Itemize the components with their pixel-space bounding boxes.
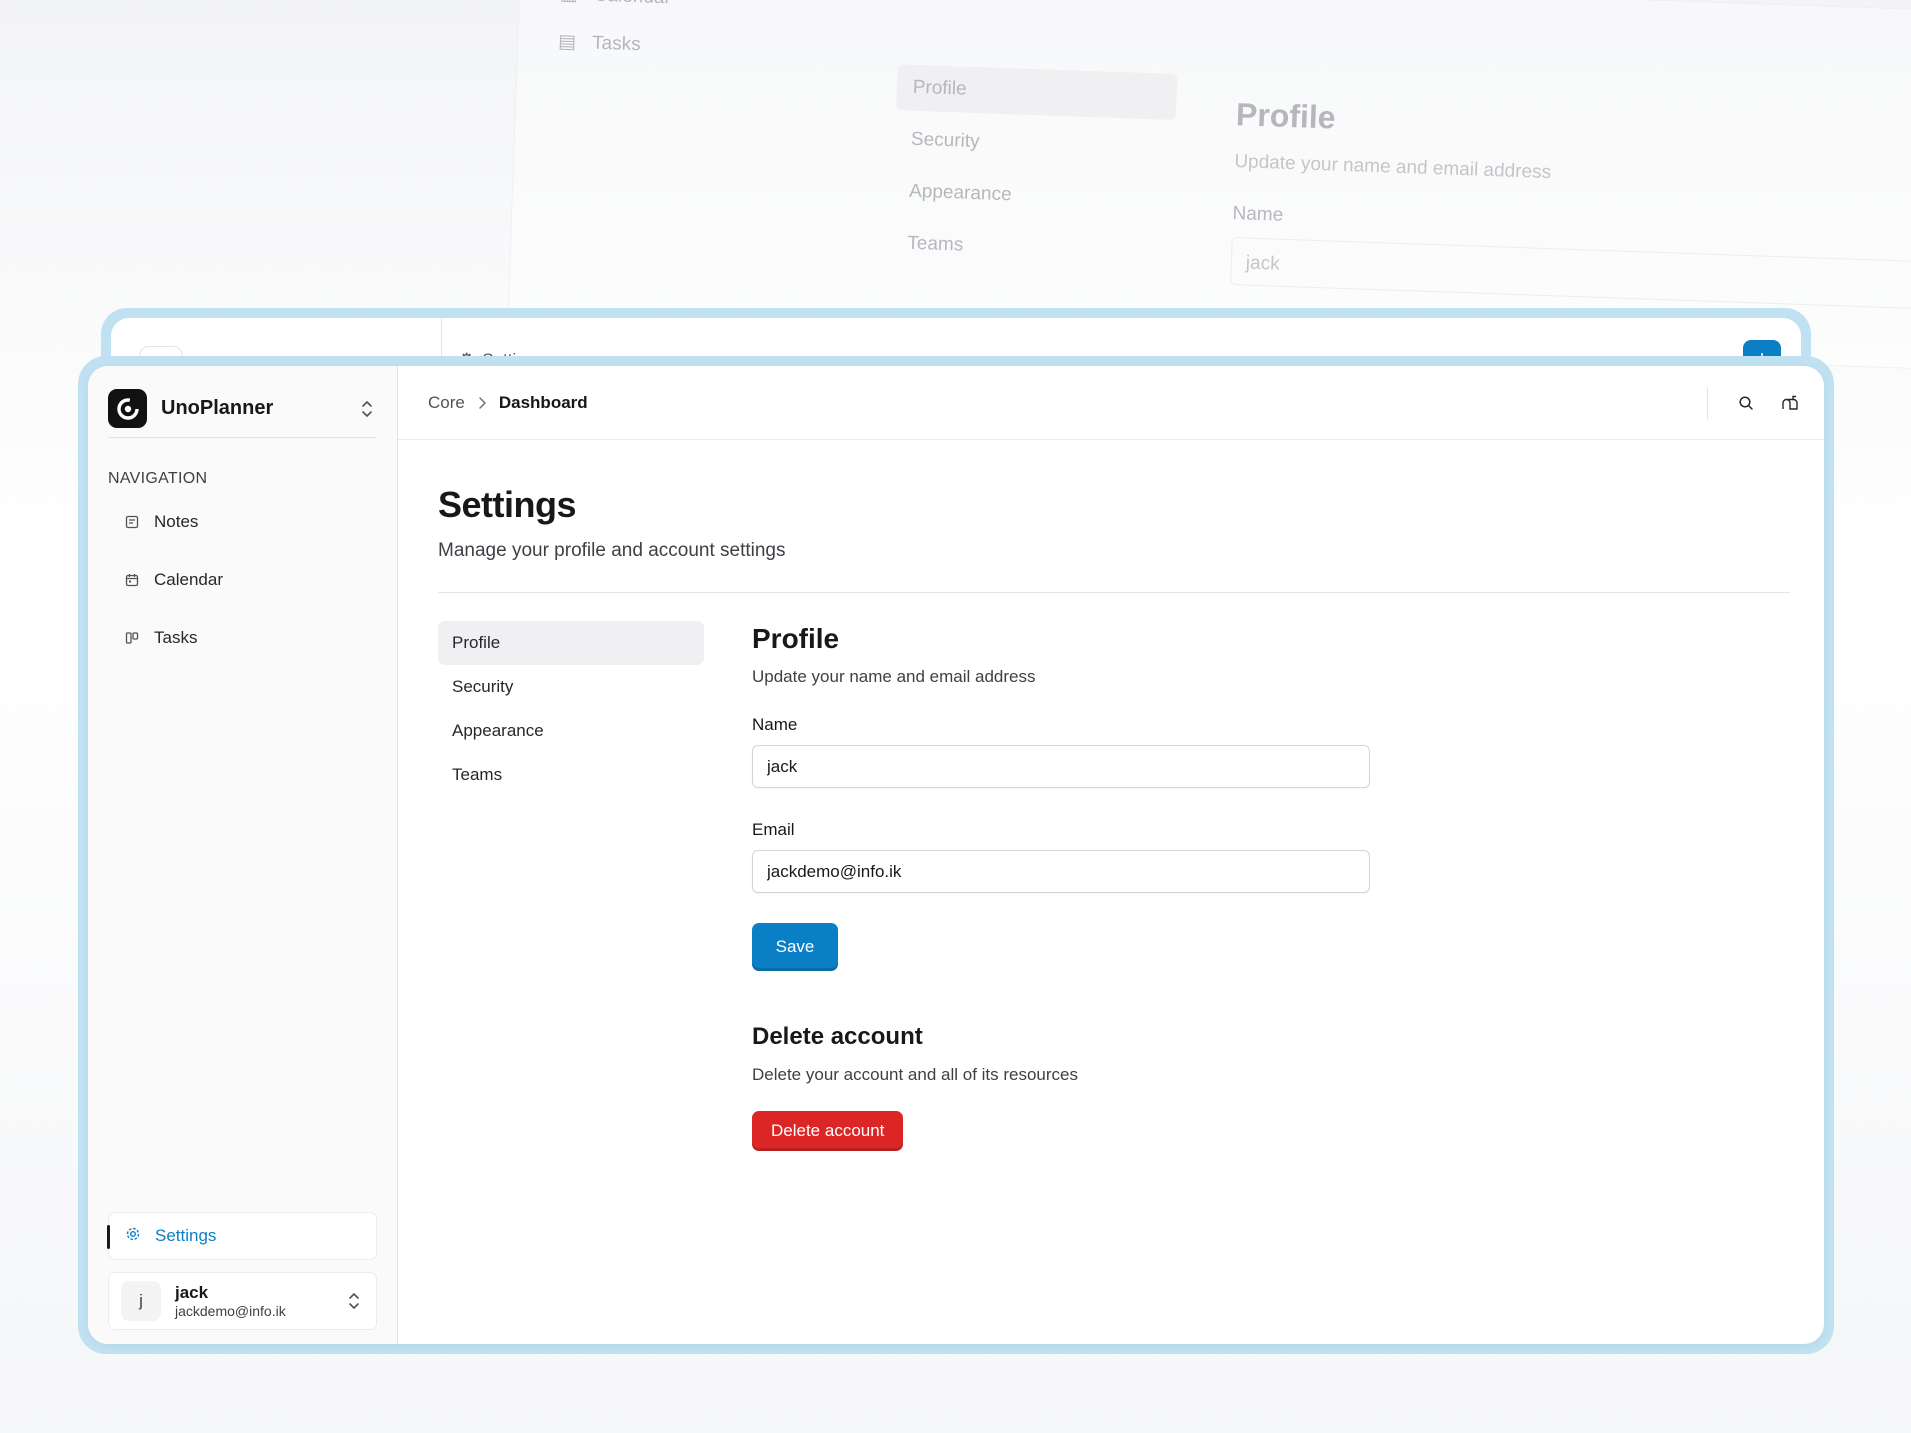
sidebar-item-notes[interactable]: Notes bbox=[108, 498, 377, 546]
sidebar-item-tasks[interactable]: Tasks bbox=[108, 614, 377, 662]
mailbox-icon bbox=[1782, 395, 1798, 410]
tasks-icon: ▤ bbox=[557, 31, 577, 54]
settings-nav: Profile Security Appearance Teams bbox=[438, 621, 704, 1151]
sidebar-item-label: Calendar bbox=[154, 570, 223, 589]
avatar: j bbox=[121, 1281, 161, 1321]
name-label: Name bbox=[752, 715, 798, 734]
notes-icon bbox=[124, 514, 140, 530]
bg-nav-item: Appearance bbox=[908, 180, 1012, 206]
sidebar: UnoPlanner NAVIGATION Notes Calendar Tas… bbox=[88, 366, 398, 1344]
user-menu[interactable]: j jack jackdemo@info.ik bbox=[108, 1272, 377, 1330]
sidebar-item-calendar[interactable]: Calendar bbox=[108, 556, 377, 604]
email-field[interactable] bbox=[752, 850, 1370, 893]
bg-nav-item: Profile bbox=[895, 64, 1178, 120]
bg-name-input: jack bbox=[1230, 237, 1911, 310]
profile-panel: Profile Update your name and email addre… bbox=[752, 621, 1370, 1151]
tab-appearance[interactable]: Appearance bbox=[438, 709, 704, 753]
user-email: jackdemo@info.ik bbox=[175, 1302, 286, 1319]
bg-settings-nav: Profile Security Appearance Teams bbox=[890, 64, 1178, 282]
profile-subtitle: Update your name and email address bbox=[752, 667, 1036, 686]
search-button[interactable] bbox=[1736, 393, 1756, 413]
bg-title: Profile bbox=[1235, 96, 1337, 136]
bg-sidebar-item-tasks: ▤ Tasks bbox=[557, 31, 642, 55]
window-frame: UnoPlanner NAVIGATION Notes Calendar Tas… bbox=[78, 356, 1834, 1354]
brand-logo bbox=[108, 389, 147, 428]
gear-icon bbox=[125, 1226, 141, 1247]
page-subtitle: Manage your profile and account settings bbox=[438, 540, 786, 561]
topbar-divider bbox=[1707, 387, 1708, 419]
breadcrumb-dashboard: Dashboard bbox=[498, 392, 588, 412]
app-window: UnoPlanner NAVIGATION Notes Calendar Tas… bbox=[88, 366, 1824, 1344]
chevron-up-down-icon bbox=[357, 397, 377, 421]
name-field[interactable] bbox=[752, 745, 1370, 788]
inbox-button[interactable] bbox=[1780, 393, 1800, 413]
tab-profile[interactable]: Profile bbox=[438, 621, 704, 665]
save-button[interactable]: Save bbox=[752, 923, 838, 971]
delete-account-button[interactable]: Delete account bbox=[752, 1111, 904, 1151]
page-title: Settings bbox=[438, 484, 577, 525]
sidebar-item-label: Notes bbox=[154, 512, 199, 531]
bg-nav-item: Security bbox=[910, 128, 980, 153]
calendar-icon: ▦ bbox=[559, 0, 578, 6]
profile-title: Profile bbox=[752, 623, 840, 654]
content: Settings Manage your profile and account… bbox=[398, 484, 1824, 1151]
main-area: Core Dashboard Settings Manage your prof… bbox=[398, 366, 1824, 1344]
user-name: jack bbox=[175, 1283, 209, 1303]
bg-sidebar-item-calendar: ▦ Calendar bbox=[559, 0, 671, 9]
brand-name: UnoPlanner bbox=[161, 397, 274, 419]
email-label: Email bbox=[752, 820, 795, 839]
workspace-switcher[interactable]: UnoPlanner bbox=[108, 388, 377, 438]
user-info: jack jackdemo@info.ik bbox=[175, 1283, 344, 1319]
delete-account-subtitle: Delete your account and all of its resou… bbox=[752, 1065, 1079, 1084]
tab-security[interactable]: Security bbox=[438, 665, 704, 709]
delete-account-title: Delete account bbox=[752, 1023, 923, 1050]
breadcrumb: Core Dashboard bbox=[428, 393, 588, 413]
logo-icon bbox=[116, 397, 139, 420]
chevron-up-down-icon bbox=[344, 1289, 364, 1313]
breadcrumb-core[interactable]: Core bbox=[428, 393, 465, 413]
chevron-right-icon bbox=[477, 396, 487, 410]
sidebar-item-label: Settings bbox=[155, 1226, 217, 1245]
calendar-icon bbox=[124, 572, 140, 588]
bg-subtitle: Update your name and email address bbox=[1234, 151, 1552, 184]
tasks-icon bbox=[124, 630, 140, 646]
nav-heading: NAVIGATION bbox=[108, 470, 208, 487]
settings-body: Profile Security Appearance Teams Profil… bbox=[438, 621, 1794, 1151]
nav-list: Notes Calendar Tasks bbox=[108, 498, 377, 662]
topbar: Core Dashboard bbox=[398, 366, 1824, 440]
sidebar-item-settings[interactable]: Settings bbox=[107, 1212, 377, 1260]
bg-nav-item: Teams bbox=[906, 232, 964, 256]
topbar-actions bbox=[1707, 366, 1800, 440]
sidebar-item-label: Tasks bbox=[154, 628, 198, 647]
divider bbox=[438, 592, 1790, 593]
search-icon bbox=[1739, 396, 1753, 410]
tab-teams[interactable]: Teams bbox=[438, 753, 704, 797]
